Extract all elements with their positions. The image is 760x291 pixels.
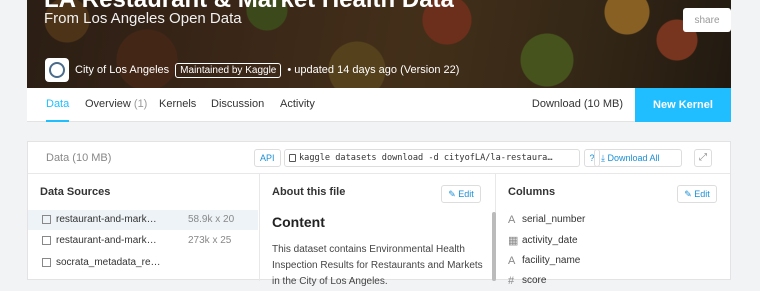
file-icon <box>42 258 51 267</box>
updated-text: • updated 14 days ago (Version 22) <box>287 64 460 76</box>
dataset-subtitle: From Los Angeles Open Data <box>44 10 242 27</box>
new-kernel-button[interactable]: New Kernel <box>635 88 731 122</box>
source-name: restaurant-and-mark… <box>56 235 157 246</box>
table-icon <box>42 215 51 224</box>
source-item[interactable]: restaurant-and-mark… 273k x 25 <box>28 231 258 251</box>
data-sources-heading: Data Sources <box>40 186 111 198</box>
owner-row: City of Los Angeles Maintained by Kaggle… <box>45 58 459 82</box>
copy-icon[interactable] <box>289 154 296 162</box>
data-size-title: Data (10 MB) <box>46 152 112 164</box>
tab-overview[interactable]: Overview (1) <box>85 88 147 122</box>
source-dimensions: 58.9k x 20 <box>188 214 235 225</box>
tab-activity[interactable]: Activity <box>280 88 315 122</box>
api-command-box[interactable]: kaggle datasets download -d cityofLA/la-… <box>284 149 580 167</box>
city-seal-icon <box>49 62 65 78</box>
tab-data[interactable]: Data <box>46 88 70 122</box>
owner-link[interactable]: City of Los Angeles <box>75 64 169 76</box>
edit-icon: ✎ <box>448 189 459 199</box>
api-button[interactable]: API <box>254 149 281 167</box>
source-dimensions: 273k x 25 <box>188 235 232 246</box>
owner-avatar[interactable] <box>45 58 69 82</box>
edit-icon: ✎ <box>684 189 695 199</box>
columns-heading: Columns <box>508 186 556 198</box>
maintained-badge: Maintained by Kaggle <box>175 62 282 78</box>
dataset-hero-banner: LA Restaurant & Market Health Data From … <box>27 0 731 88</box>
tab-kernels[interactable]: Kernels <box>159 88 196 122</box>
data-panel-header: Data (10 MB) API kaggle datasets downloa… <box>28 142 730 174</box>
date-type-icon: ▦ <box>508 235 519 247</box>
dataset-nav: Data Overview (1) Kernels Discussion Act… <box>27 88 731 122</box>
source-name: restaurant-and-mark… <box>56 214 157 225</box>
source-name: socrata_metadata_re… <box>56 257 161 268</box>
string-type-icon: A <box>508 255 516 267</box>
about-file-heading: About this file <box>272 186 346 198</box>
column-name: serial_number <box>522 214 586 225</box>
columns-edit-button[interactable]: ✎ Edit <box>677 185 717 203</box>
content-description: This dataset contains Environmental Heal… <box>272 244 483 287</box>
numeric-type-icon: # <box>508 275 515 287</box>
source-item[interactable]: restaurant-and-mark… 58.9k x 20 <box>28 210 258 230</box>
string-type-icon: A <box>508 214 516 226</box>
content-heading: Content <box>272 214 325 230</box>
share-button[interactable]: share <box>683 8 731 32</box>
column-name: score <box>522 275 547 286</box>
column-item[interactable]: # score <box>508 271 546 291</box>
about-scrollbar[interactable] <box>492 212 496 281</box>
table-icon <box>42 236 51 245</box>
column-item[interactable]: A serial_number <box>508 210 585 230</box>
tab-discussion[interactable]: Discussion <box>211 88 264 122</box>
download-all-button[interactable]: ⤓ Download All <box>594 149 682 167</box>
column-name: facility_name <box>522 255 581 266</box>
about-edit-button[interactable]: ✎ Edit <box>441 185 481 203</box>
column-item[interactable]: A facility_name <box>508 251 580 271</box>
overview-count: (1) <box>133 98 148 110</box>
column-divider <box>259 174 260 281</box>
download-dataset-link[interactable]: Download (10 MB) <box>532 88 623 120</box>
column-name: activity_date <box>522 235 578 246</box>
api-command-text: kaggle datasets download -d cityofLA/la-… <box>299 153 553 163</box>
expand-icon[interactable]: ⤢ <box>694 149 712 167</box>
column-item[interactable]: ▦ activity_date <box>508 231 578 251</box>
data-panel: Data (10 MB) API kaggle datasets downloa… <box>27 141 731 287</box>
source-item[interactable]: socrata_metadata_re… <box>28 253 258 273</box>
